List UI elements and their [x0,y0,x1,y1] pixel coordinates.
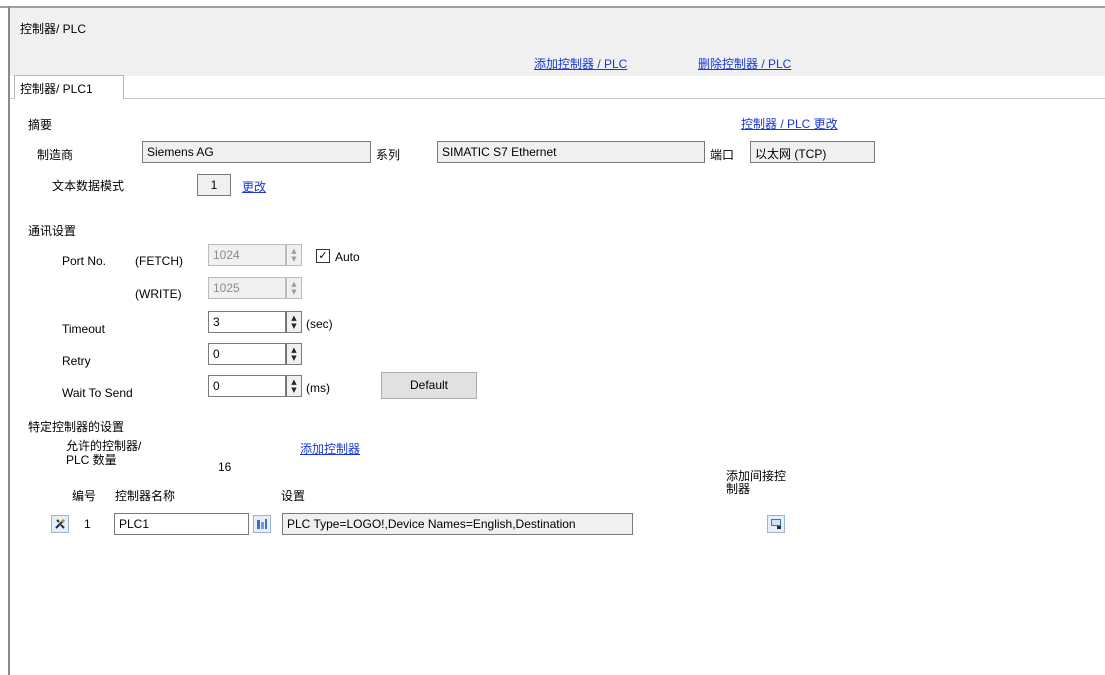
retry-input[interactable]: 0 [208,343,286,365]
page-title: 控制器/ PLC [20,22,87,36]
controller-settings-field: PLC Type=LOGO!,Device Names=English,Dest… [282,513,633,535]
wait-to-send-input[interactable]: 0 [208,375,286,397]
controller-settings-icon[interactable] [253,515,271,533]
tab-strip-divider [10,98,1105,99]
row-number: 1 [84,517,91,531]
controller-name-input[interactable]: PLC1 [114,513,249,535]
add-plc-link[interactable]: 添加控制器 / PLC [534,55,627,72]
port-label: 端口 [710,148,735,162]
col-add-indirect-header-2: 制器 [726,482,751,496]
col-settings-header: 设置 [281,489,306,503]
fetch-port-input[interactable]: 1024 [208,244,286,266]
add-controller-link[interactable]: 添加控制器 [300,440,360,457]
tab-plc1[interactable]: 控制器/ PLC1 [14,75,124,99]
text-data-mode-field: 1 [197,174,231,196]
retry-label: Retry [62,354,91,368]
text-data-mode-label: 文本数据模式 [52,179,125,193]
write-port-input[interactable]: 1025 [208,277,286,299]
window-top-border [0,0,1105,8]
allowed-plc-count-label-2: PLC 数量 [66,453,117,467]
fetch-port-spinner[interactable]: ▲ ▼ [286,244,302,266]
text-data-mode-change-link[interactable]: 更改 [242,178,266,195]
wait-to-send-unit: (ms) [306,381,330,395]
col-add-indirect-header-1: 添加间接控 [726,469,787,483]
allowed-plc-count-value: 16 [218,460,232,474]
manufacturer-field: Siemens AG [142,141,371,163]
series-field: SIMATIC S7 Ethernet [437,141,705,163]
fetch-label: (FETCH) [135,254,183,268]
delete-plc-link[interactable]: 删除控制器 / PLC [698,55,791,72]
add-indirect-controller-icon[interactable] [767,515,785,533]
wait-to-send-spinner[interactable]: ▲ ▼ [286,375,302,397]
auto-label: Auto [335,250,360,264]
allowed-plc-count-label-1: 允许的控制器/ [66,439,142,453]
port-no-label: Port No. [62,254,107,268]
specific-settings-heading: 特定控制器的设置 [28,420,125,434]
manufacturer-label: 制造商 [37,148,74,162]
window-left-border [8,6,10,675]
write-port-spinner[interactable]: ▲ ▼ [286,277,302,299]
timeout-input[interactable]: 3 [208,311,286,333]
write-label: (WRITE) [135,287,182,301]
plc-change-link[interactable]: 控制器 / PLC 更改 [741,115,838,132]
timeout-label: Timeout [62,322,105,336]
retry-spinner[interactable]: ▲ ▼ [286,343,302,365]
summary-heading: 摘要 [28,118,53,132]
timeout-spinner[interactable]: ▲ ▼ [286,311,302,333]
timeout-unit: (sec) [306,317,333,331]
col-number-header: 编号 [72,489,97,503]
comm-settings-heading: 通讯设置 [28,224,77,238]
col-controller-name-header: 控制器名称 [115,489,176,503]
tools-icon[interactable] [51,515,69,533]
default-button[interactable]: Default [381,372,477,399]
auto-checkbox[interactable]: ✓ [316,249,330,263]
wait-to-send-label: Wait To Send [62,386,133,400]
port-field: 以太网 (TCP) [750,141,875,163]
series-label: 系列 [376,148,401,162]
